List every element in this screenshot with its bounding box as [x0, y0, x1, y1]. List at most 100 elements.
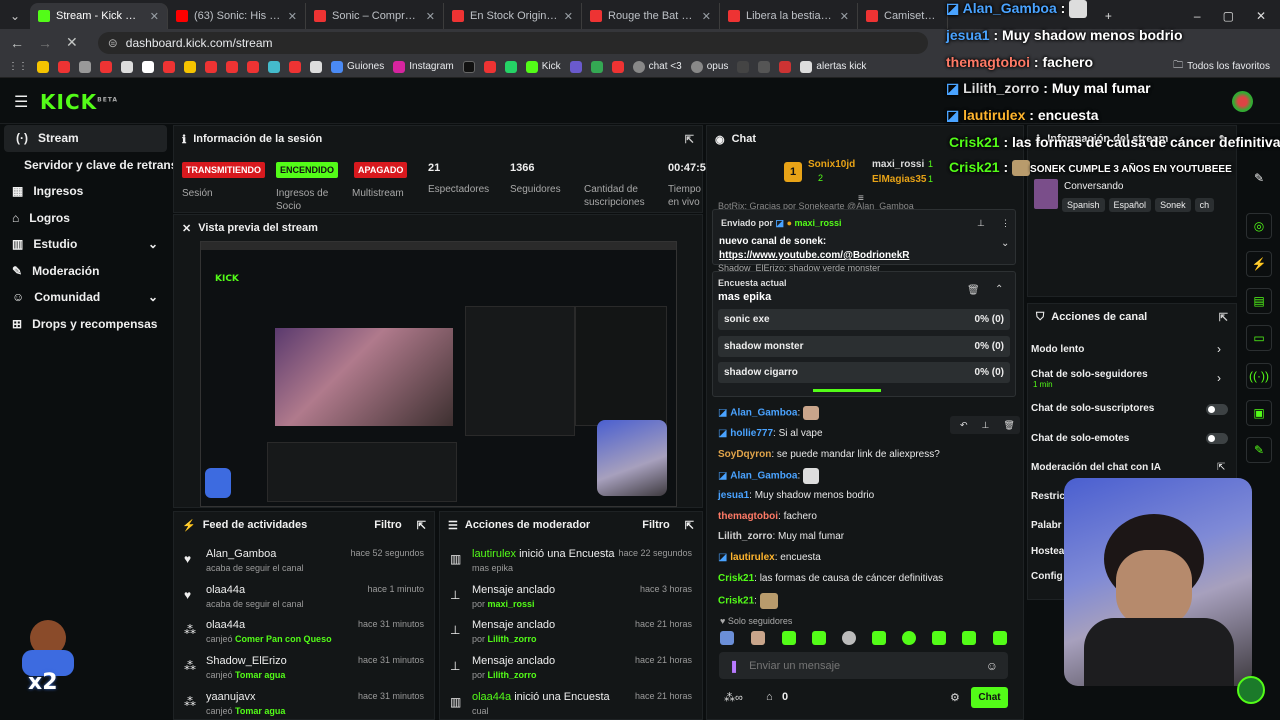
tag[interactable]: Spanish	[1062, 198, 1105, 212]
bookmark-icon[interactable]	[205, 60, 217, 73]
popout-icon[interactable]: ⇱	[685, 133, 694, 146]
minimize-icon[interactable]: –	[1194, 9, 1201, 23]
restrictions-option[interactable]: Restric	[1031, 491, 1065, 502]
chat-username[interactable]: jesua1	[718, 490, 749, 501]
mod-username[interactable]: olaa44a	[472, 691, 511, 703]
bookmark-icon[interactable]	[268, 60, 280, 73]
chevron-up-icon[interactable]: ⌃	[995, 284, 1003, 295]
community-points-icon[interactable]: ⁂∞	[724, 691, 743, 704]
mod-username[interactable]: maxi_rossi	[488, 599, 535, 609]
bookmark-icon[interactable]	[58, 60, 70, 73]
chevron-right-icon[interactable]: ›	[1217, 342, 1221, 356]
more-options-icon[interactable]: ⋮	[1001, 218, 1010, 229]
bookmark-icon[interactable]	[121, 60, 133, 73]
bookmark-icon[interactable]	[611, 60, 624, 73]
new-tab-icon[interactable]: +	[1105, 9, 1112, 23]
emote-button[interactable]	[932, 631, 946, 645]
poll-option[interactable]: shadow monster 0% (0)	[718, 336, 1010, 357]
chat-username[interactable]: Alan_Gamboa	[730, 408, 797, 419]
close-tab-icon[interactable]: ✕	[564, 10, 573, 23]
bookmark-icon[interactable]	[100, 60, 112, 73]
bolt-icon[interactable]: ⚡	[1246, 251, 1272, 277]
tag[interactable]: Español	[1108, 198, 1152, 212]
bookmark-alertas[interactable]: alertas kick	[800, 60, 866, 73]
bookmark-guiones[interactable]: Guiones	[331, 60, 384, 73]
bookmark-icon[interactable]	[779, 60, 792, 73]
bookmark-icon[interactable]	[569, 60, 582, 73]
filter-button[interactable]: Filtro	[374, 519, 402, 531]
chat-username[interactable]: Crisk21	[718, 596, 754, 607]
drive-icon[interactable]	[590, 60, 603, 73]
sidebar-item-logros[interactable]: ⌂ Logros	[0, 205, 170, 232]
document-icon[interactable]: ▤	[1246, 288, 1272, 314]
browser-tab[interactable]: (63) Sonic: His World ✕	[168, 3, 306, 29]
poll-option[interactable]: sonic exe 0% (0)	[718, 309, 1010, 330]
mod-username[interactable]: lautirulex	[472, 548, 516, 560]
browser-tab[interactable]: Rouge the Bat Sonic The ✕	[582, 3, 720, 29]
stream-video[interactable]: KICK	[200, 241, 677, 507]
gifter-name[interactable]: Sonix10jd	[808, 159, 855, 170]
bookmark-icon[interactable]	[289, 60, 301, 73]
microphone-icon[interactable]: ❚	[729, 659, 739, 673]
close-tab-icon[interactable]: ✕	[150, 10, 159, 23]
emote-button[interactable]	[962, 631, 976, 645]
bookmark-icon[interactable]	[37, 60, 49, 73]
host-option[interactable]: Hostea	[1031, 546, 1064, 557]
store-icon[interactable]: ▣	[1246, 400, 1272, 426]
browser-tab[interactable]: Stream - Kick Dashboard ✕	[30, 3, 168, 29]
close-window-icon[interactable]: ✕	[1256, 9, 1266, 23]
maximize-icon[interactable]: ▢	[1223, 9, 1234, 23]
stop-loading-icon[interactable]: ✕	[66, 34, 78, 51]
whatsapp-icon[interactable]	[504, 60, 517, 73]
popout-icon[interactable]: ⇱	[1219, 311, 1228, 324]
clip-icon[interactable]: ◎	[1246, 213, 1272, 239]
pinned-link[interactable]: https://www.youtube.com/@BodrionekR	[719, 250, 910, 261]
mod-username[interactable]: Lilith_zorro	[488, 670, 537, 680]
bookmark-icon[interactable]	[737, 60, 750, 73]
emote-button[interactable]	[872, 631, 886, 645]
close-tab-icon[interactable]: ✕	[426, 10, 435, 23]
emoji-icon[interactable]: ☺	[986, 659, 998, 673]
slow-mode-option[interactable]: Modo lento	[1031, 344, 1084, 355]
chat-message-field[interactable]	[749, 659, 976, 672]
apps-icon[interactable]: ⋮⋮	[8, 61, 28, 72]
emotes-only-toggle[interactable]	[1206, 433, 1228, 444]
broadcast-icon[interactable]: ((·))	[1246, 363, 1272, 389]
sidebar-item-stream[interactable]: (·) Stream	[4, 125, 167, 152]
settings-icon[interactable]: ⚙	[950, 691, 960, 704]
store-icon[interactable]: ⌂	[766, 691, 773, 703]
close-tab-icon[interactable]: ✕	[840, 10, 849, 23]
sidebar-item-moderacion[interactable]: ✎ Moderación	[0, 258, 170, 285]
unpin-icon[interactable]: ⊥	[977, 218, 985, 229]
feed-username[interactable]: olaa44a	[206, 584, 245, 596]
followers-only-option[interactable]: Chat de solo-seguidores	[1031, 369, 1148, 380]
chat-username[interactable]: SoyDqyron	[718, 449, 771, 460]
delete-poll-icon[interactable]: 🗑	[967, 285, 980, 296]
stream-category[interactable]: Conversando	[1064, 181, 1123, 192]
bookmark-kick[interactable]: Kick	[525, 60, 561, 73]
chevron-down-icon[interactable]: ⌄	[1001, 238, 1009, 249]
feed-username[interactable]: yaanujavx	[206, 691, 256, 703]
emote-button[interactable]	[751, 631, 765, 645]
sidebar-item-ingresos[interactable]: ▦ Ingresos	[0, 178, 170, 205]
settings-option[interactable]: Config	[1031, 571, 1063, 582]
back-icon[interactable]: ←	[10, 35, 24, 51]
send-chat-button[interactable]: Chat	[971, 687, 1008, 708]
gifter-name[interactable]: ElMagias35	[872, 174, 926, 185]
bookmark-icon[interactable]	[142, 60, 154, 73]
close-tab-icon[interactable]: ✕	[288, 10, 297, 23]
sidebar-item-server-key[interactable]: Servidor y clave de retransm	[0, 152, 188, 179]
chat-username[interactable]: Crisk21	[718, 573, 754, 584]
bookmark-chat[interactable]: chat <3	[632, 60, 682, 73]
chat-username[interactable]: hollie777	[730, 428, 773, 439]
bookmark-icon[interactable]	[163, 60, 175, 73]
mod-username[interactable]: Lilith_zorro	[488, 634, 537, 644]
browser-tab[interactable]: En Stock Original Hottoy ✕	[444, 3, 582, 29]
avatar[interactable]	[1232, 91, 1253, 112]
tag[interactable]: ch	[1194, 198, 1215, 212]
edit-icon[interactable]: ✎	[1246, 165, 1272, 191]
chevron-right-icon[interactable]: ›	[1217, 371, 1221, 385]
emote-button[interactable]	[842, 631, 856, 645]
tab-search-icon[interactable]: ⌄	[0, 3, 30, 29]
subscribers-only-toggle[interactable]	[1206, 404, 1228, 415]
